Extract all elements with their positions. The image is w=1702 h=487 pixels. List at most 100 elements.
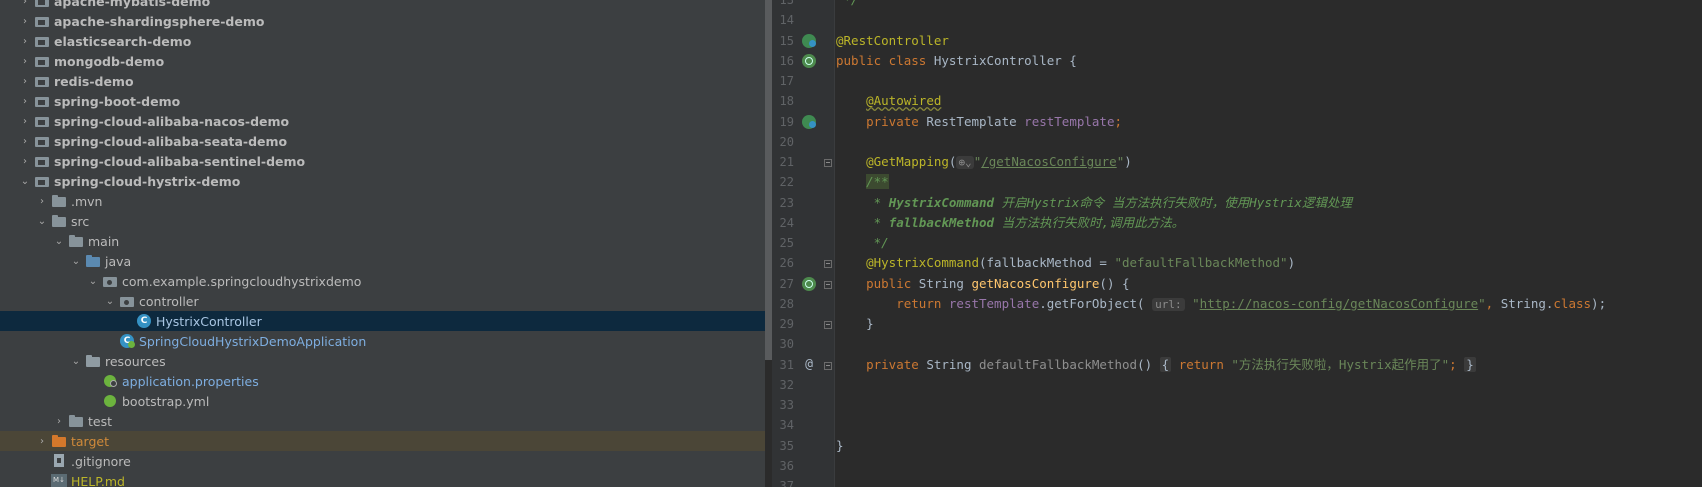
tree-item[interactable]: › mongodb-demo: [0, 51, 765, 71]
module-folder-icon: [34, 14, 50, 28]
tree-item[interactable]: › spring-cloud-alibaba-nacos-demo: [0, 111, 765, 131]
code-line[interactable]: * fallbackMethod 当方法执行失败时,调用此方法。: [836, 213, 1184, 233]
tree-item-label: resources: [105, 353, 166, 369]
collapse-arrow-icon[interactable]: ›: [35, 191, 49, 211]
code-line[interactable]: @GetMapping(⊕⌄ "/getNacosConfigure"): [836, 152, 1132, 172]
spring-boot-class-icon: [119, 334, 135, 348]
tree-item[interactable]: › redis-demo: [0, 71, 765, 91]
code-token: ;: [1114, 113, 1123, 129]
code-token: }: [836, 437, 844, 453]
collapse-arrow-icon[interactable]: ›: [18, 71, 32, 91]
tree-item[interactable]: ⌄ com.example.springcloudhystrixdemo: [0, 271, 765, 291]
code-line[interactable]: public class HystrixController {: [836, 51, 1077, 71]
code-line[interactable]: }: [836, 436, 844, 456]
fold-toggle-icon[interactable]: [824, 260, 832, 269]
code-line[interactable]: /**: [836, 172, 889, 192]
code-line[interactable]: private String defaultFallbackMethod() {…: [836, 355, 1476, 375]
code-token: getNacosConfigure: [971, 275, 1100, 291]
code-line[interactable]: */: [836, 0, 859, 10]
code-line[interactable]: @RestController: [836, 31, 949, 51]
tree-item[interactable]: ⌄ src: [0, 211, 765, 231]
collapse-arrow-icon[interactable]: ›: [18, 111, 32, 131]
tree-item[interactable]: SpringCloudHystrixDemoApplication: [0, 331, 765, 351]
tree-item[interactable]: › test: [0, 411, 765, 431]
tree-item[interactable]: HELP.md: [0, 471, 765, 487]
tree-item[interactable]: HystrixController: [0, 311, 765, 331]
collapse-arrow-icon[interactable]: ›: [18, 0, 32, 11]
tree-item[interactable]: ⌄ controller: [0, 291, 765, 311]
spring-web-endpoint-icon[interactable]: [802, 276, 816, 291]
collapse-arrow-icon[interactable]: ›: [18, 151, 32, 171]
tree-item-label: .mvn: [71, 193, 103, 209]
expand-arrow-icon[interactable]: ⌄: [103, 291, 117, 311]
tree-item-label: elasticsearch-demo: [54, 33, 192, 49]
tree-item[interactable]: ⌄ java: [0, 251, 765, 271]
parameter-hint: ⊕⌄: [956, 156, 974, 169]
code-line[interactable]: */: [836, 233, 889, 253]
tree-item[interactable]: › spring-boot-demo: [0, 91, 765, 111]
code-line[interactable]: * HystrixCommand 开启Hystrix命令 当方法执行失败时，使用…: [836, 193, 1352, 213]
fold-toggle-icon[interactable]: [824, 159, 832, 167]
tree-item[interactable]: › apache-shardingsphere-demo: [0, 11, 765, 31]
tree-item[interactable]: ⌄ resources: [0, 351, 765, 371]
tree-item[interactable]: bootstrap.yml: [0, 391, 765, 411]
line-number: 24: [779, 215, 794, 230]
code-line[interactable]: public String getNacosConfigure() {: [836, 274, 1129, 294]
expand-arrow-icon[interactable]: ⌄: [86, 271, 100, 291]
code-token: class: [1553, 295, 1592, 311]
collapse-arrow-icon[interactable]: ›: [18, 31, 32, 51]
code-line[interactable]: @Autowired: [836, 91, 941, 111]
gutter-separator: [834, 0, 835, 487]
tree-item[interactable]: application.properties: [0, 371, 765, 391]
code-token: ": [1478, 295, 1486, 311]
expand-arrow-icon[interactable]: ⌄: [18, 171, 32, 191]
tree-item[interactable]: › .mvn: [0, 191, 765, 211]
tree-item[interactable]: › spring-cloud-alibaba-sentinel-demo: [0, 151, 765, 171]
code-token: (fallbackMethod =: [979, 255, 1115, 271]
code-token: @GetMapping: [866, 154, 949, 169]
editor-gutter: 13 14 15 16 17 18 19 20 21 22 23 24 25 26 27 28 29 30 31 @3…: [772, 0, 834, 487]
tree-item[interactable]: .gitignore: [0, 451, 765, 471]
code-editor[interactable]: 13 14 15 16 17 18 19 20 21 22 23 24 25 26 27 28 29 30 31 @3…: [772, 0, 1702, 487]
code-line[interactable]: }: [836, 314, 874, 334]
tree-item[interactable]: › elasticsearch-demo: [0, 31, 765, 51]
fold-toggle-icon[interactable]: [824, 280, 832, 289]
project-tree-scrollbar[interactable]: [765, 0, 772, 360]
tree-item[interactable]: ⌄ spring-cloud-hystrix-demo: [0, 171, 765, 191]
collapse-arrow-icon[interactable]: ›: [52, 411, 66, 431]
code-line[interactable]: @HystrixCommand(fallbackMethod = "defaul…: [836, 253, 1295, 273]
tree-item[interactable]: › target: [0, 431, 765, 451]
collapse-arrow-icon[interactable]: ›: [18, 51, 32, 71]
spring-bean-icon[interactable]: [802, 114, 816, 129]
collapse-arrow-icon[interactable]: ›: [18, 11, 32, 31]
tree-item[interactable]: › spring-cloud-alibaba-seata-demo: [0, 131, 765, 151]
spring-bean-icon[interactable]: [802, 33, 816, 48]
tree-item-label: application.properties: [122, 373, 259, 389]
code-token: String.: [1500, 295, 1554, 311]
tree-item[interactable]: › apache-mybatis-demo: [0, 0, 765, 11]
spring-web-endpoint-icon[interactable]: [802, 53, 816, 68]
code-line[interactable]: return restTemplate.getForObject( url: "…: [836, 294, 1606, 314]
expand-arrow-icon[interactable]: ⌄: [69, 251, 83, 271]
project-tree-panel: › apache-mybatis-demo › apache-shardingsphe…: [0, 0, 765, 487]
expand-arrow-icon[interactable]: ⌄: [52, 231, 66, 251]
collapse-arrow-icon[interactable]: ›: [18, 91, 32, 111]
code-line[interactable]: private RestTemplate restTemplate;: [836, 112, 1122, 132]
expand-arrow-icon[interactable]: ⌄: [69, 351, 83, 371]
collapse-arrow-icon[interactable]: ›: [35, 431, 49, 451]
tree-item-label: redis-demo: [54, 73, 134, 89]
fold-toggle-icon[interactable]: [824, 321, 832, 329]
collapse-arrow-icon[interactable]: ›: [18, 131, 32, 151]
fold-toggle-icon[interactable]: [824, 361, 832, 370]
tree-item[interactable]: ⌄ main: [0, 231, 765, 251]
code-token: }: [836, 316, 874, 331]
expand-arrow-icon[interactable]: ⌄: [35, 211, 49, 231]
code-token: ): [1124, 154, 1132, 169]
override-at-icon[interactable]: @: [802, 357, 816, 372]
